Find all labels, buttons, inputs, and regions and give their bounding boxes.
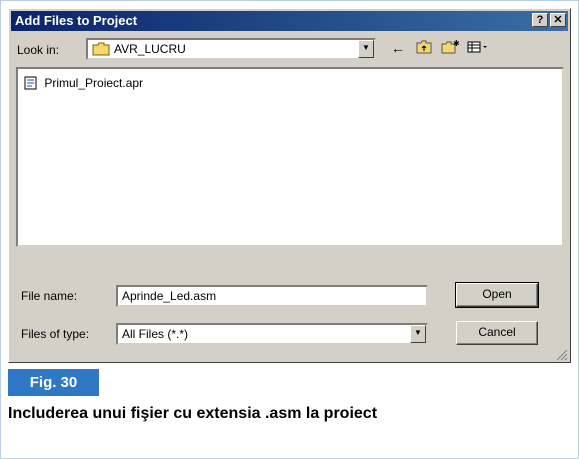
chevron-down-icon[interactable]: ▼ <box>358 40 374 58</box>
add-files-dialog: Add Files to Project ? ✕ Look in: AVR_LU… <box>8 8 571 363</box>
up-folder-icon[interactable] <box>415 40 433 58</box>
look-in-value: AVR_LUCRU <box>114 42 186 56</box>
file-name-label: File name: <box>21 289 78 303</box>
file-list[interactable]: Primul_Proiect.apr <box>16 67 564 247</box>
look-in-dropdown[interactable]: AVR_LUCRU ▼ <box>86 38 376 60</box>
view-menu-icon[interactable] <box>467 40 489 58</box>
cancel-button[interactable]: Cancel <box>456 321 538 345</box>
look-in-label: Look in: <box>17 43 60 57</box>
list-item[interactable]: Primul_Proiect.apr <box>24 75 143 90</box>
figure-label: Fig. 30 <box>8 369 99 396</box>
back-icon[interactable]: ← <box>389 40 407 58</box>
folder-icon <box>92 42 110 56</box>
files-of-type-value: All Files (*.*) <box>122 327 189 341</box>
close-button[interactable]: ✕ <box>550 13 566 27</box>
resize-grip-icon[interactable] <box>556 348 568 361</box>
open-button[interactable]: Open <box>455 282 539 308</box>
title-bar[interactable]: Add Files to Project ? ✕ <box>11 11 568 31</box>
chevron-down-icon[interactable]: ▼ <box>410 325 426 343</box>
project-file-icon <box>24 76 38 90</box>
figure-caption: Includerea unui fişier cu extensia .asm … <box>8 405 378 422</box>
svg-text:✱: ✱ <box>453 40 459 48</box>
new-folder-icon[interactable]: ✱ <box>441 39 460 58</box>
files-of-type-label: Files of type: <box>21 327 90 341</box>
file-name: Primul_Proiect.apr <box>44 75 144 90</box>
file-name-input[interactable]: Aprinde_Led.asm <box>116 285 428 307</box>
dialog-title: Add Files to Project <box>15 13 138 28</box>
help-button[interactable]: ? <box>532 13 548 27</box>
files-of-type-dropdown[interactable]: All Files (*.*) ▼ <box>116 323 428 345</box>
